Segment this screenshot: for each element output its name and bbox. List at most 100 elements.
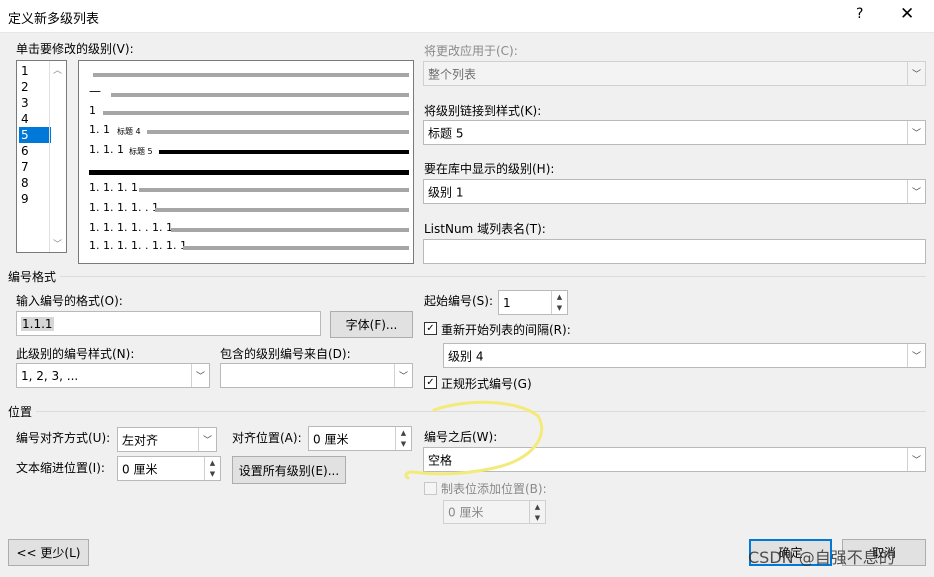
- close-icon[interactable]: ✕: [900, 4, 914, 24]
- preview-line-current: [159, 150, 409, 154]
- restart-level-select[interactable]: 级别 4 ﹀: [443, 343, 926, 368]
- aligned-at-spinner[interactable]: 0 厘米 ▲ ▼: [308, 426, 412, 451]
- level-item[interactable]: 7: [19, 159, 51, 175]
- preview-dash: —: [89, 84, 101, 98]
- help-icon[interactable]: ?: [856, 6, 863, 22]
- preview-style-name: 标题 4: [117, 127, 141, 136]
- level-item[interactable]: 8: [19, 175, 51, 191]
- alignment-label: 编号对齐方式(U):: [16, 431, 111, 445]
- scroll-down-icon[interactable]: ﹀: [53, 237, 62, 250]
- chevron-down-icon[interactable]: ﹀: [907, 180, 925, 203]
- preview-line: [183, 246, 409, 250]
- window-title: 定义新多级列表: [8, 12, 100, 27]
- restart-level-value: 级别 4: [448, 349, 484, 363]
- link-style-value: 标题 5: [428, 126, 464, 140]
- start-at-spinner[interactable]: 1 ▲ ▼: [498, 290, 568, 315]
- listnum-label: ListNum 域列表名(T):: [424, 222, 546, 236]
- gallery-level-label: 要在库中显示的级别(H):: [424, 162, 555, 176]
- numbering-preview: — 1 1. 1 标题 4 1. 1. 1 标题 5 1. 1. 1. 1 1.…: [78, 60, 414, 264]
- scroll-up-icon[interactable]: ︿: [53, 63, 62, 76]
- level-item[interactable]: 3: [19, 95, 51, 111]
- apply-to-value: 整个列表: [428, 67, 477, 81]
- number-format-input[interactable]: 1.1.1: [16, 311, 321, 336]
- preview-number: 1. 1. 1. 1. . 1. 1: [89, 221, 173, 234]
- preview-line: [155, 208, 409, 212]
- text-indent-label: 文本缩进位置(I):: [16, 461, 105, 475]
- spin-down-icon: ▼: [534, 513, 541, 522]
- chevron-down-icon[interactable]: ﹀: [191, 364, 209, 387]
- level-item-selected[interactable]: 5: [19, 127, 51, 143]
- chevron-down-icon[interactable]: ﹀: [198, 428, 216, 451]
- preview-line: [147, 130, 409, 134]
- preview-number: 1. 1. 1: [89, 143, 124, 156]
- link-style-label: 将级别链接到样式(K):: [424, 104, 542, 118]
- number-style-select[interactable]: 1, 2, 3, ... ﹀: [16, 363, 210, 388]
- preview-line: [139, 188, 409, 192]
- preview-style-name: 标题 5: [129, 147, 153, 156]
- apply-to-label: 将更改应用于(C):: [424, 44, 518, 58]
- level-item[interactable]: 4: [19, 111, 51, 127]
- number-style-label: 此级别的编号样式(N):: [16, 347, 135, 361]
- chevron-down-icon: ﹀: [907, 62, 925, 85]
- highlight-scribble: [404, 400, 544, 480]
- start-at-value: 1: [503, 295, 511, 310]
- listnum-input[interactable]: [423, 239, 926, 264]
- level-item[interactable]: 1: [19, 63, 51, 79]
- preview-line: [111, 93, 409, 97]
- level-item[interactable]: 6: [19, 143, 51, 159]
- level-list-label: 单击要修改的级别(V):: [16, 42, 134, 56]
- preview-line: [103, 111, 409, 115]
- tab-stop-spinner: 0 厘米 ▲ ▼: [443, 500, 546, 524]
- gallery-level-value: 级别 1: [428, 185, 464, 199]
- chevron-down-icon[interactable]: ﹀: [907, 344, 925, 367]
- level-item[interactable]: 2: [19, 79, 51, 95]
- level-item[interactable]: 9: [19, 191, 51, 207]
- tab-stop-value: 0 厘米: [448, 505, 484, 520]
- chevron-down-icon[interactable]: ﹀: [907, 448, 925, 471]
- text-indent-spinner[interactable]: 0 厘米 ▲ ▼: [117, 456, 221, 481]
- gallery-level-select[interactable]: 级别 1 ﹀: [423, 179, 926, 204]
- spin-down-icon[interactable]: ▼: [205, 469, 220, 481]
- preview-line: [93, 73, 409, 77]
- title-bar: [0, 0, 934, 33]
- font-button[interactable]: 字体(F)...: [330, 311, 413, 338]
- section-divider: [60, 276, 926, 277]
- preview-number: 1: [89, 104, 96, 117]
- aligned-at-label: 对齐位置(A):: [232, 431, 302, 445]
- spin-down-icon[interactable]: ▼: [552, 303, 567, 315]
- chevron-down-icon[interactable]: ﹀: [907, 121, 925, 144]
- preview-number: 1. 1. 1. 1. . 1. 1. 1: [89, 239, 187, 252]
- watermark-text: CSDN @自强不息的: [748, 548, 895, 567]
- restart-checkbox[interactable]: ✓: [424, 322, 437, 335]
- alignment-value: 左对齐: [122, 433, 159, 447]
- legal-numbering-label[interactable]: 正规形式编号(G): [441, 375, 532, 392]
- less-button[interactable]: << 更少(L): [8, 539, 89, 566]
- restart-label[interactable]: 重新开始列表的间隔(R):: [441, 321, 571, 338]
- position-heading: 位置: [8, 405, 33, 419]
- include-level-select[interactable]: ﹀: [220, 363, 413, 388]
- level-list-scrollbar[interactable]: ︿ ﹀: [49, 61, 66, 252]
- start-at-label: 起始编号(S):: [424, 294, 494, 308]
- preview-number: 1. 1. 1. 1. . 1: [89, 201, 159, 214]
- apply-to-select: 整个列表 ﹀: [423, 61, 926, 86]
- number-format-heading: 编号格式: [8, 270, 57, 284]
- number-format-value: 1.1.1: [21, 316, 54, 331]
- alignment-select[interactable]: 左对齐 ﹀: [117, 427, 217, 452]
- aligned-at-value: 0 厘米: [313, 432, 349, 446]
- set-all-levels-button[interactable]: 设置所有级别(E)...: [232, 456, 346, 484]
- preview-number: 1. 1. 1. 1: [89, 181, 138, 194]
- chevron-down-icon[interactable]: ﹀: [394, 364, 412, 387]
- level-list[interactable]: 1 2 3 4 5 6 7 8 9 ︿ ﹀: [16, 60, 67, 253]
- spin-up-icon: ▲: [534, 502, 541, 511]
- number-style-value: 1, 2, 3, ...: [21, 368, 79, 383]
- legal-numbering-checkbox[interactable]: ✓: [424, 376, 437, 389]
- enter-format-label: 输入编号的格式(O):: [16, 294, 123, 308]
- preview-line: [171, 228, 409, 232]
- link-style-select[interactable]: 标题 5 ﹀: [423, 120, 926, 145]
- include-level-label: 包含的级别编号来自(D):: [220, 347, 351, 361]
- preview-line-current: [89, 170, 409, 175]
- spin-up-icon[interactable]: ▲: [552, 291, 567, 303]
- text-indent-value: 0 厘米: [122, 462, 158, 476]
- spin-up-icon[interactable]: ▲: [205, 457, 220, 469]
- preview-number: 1. 1: [89, 123, 110, 136]
